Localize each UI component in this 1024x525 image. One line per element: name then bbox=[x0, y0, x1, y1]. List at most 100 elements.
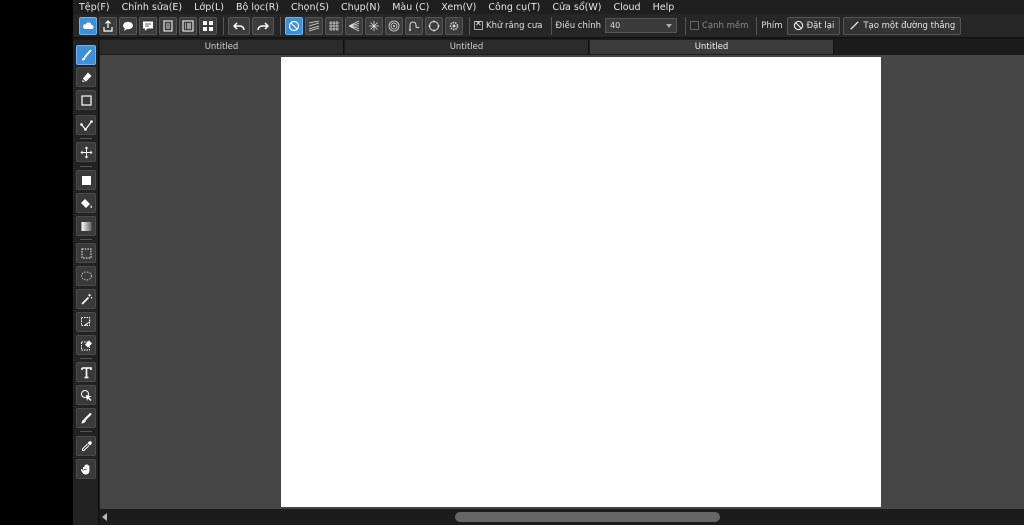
antialias-checkbox[interactable] bbox=[474, 19, 483, 30]
menu-select[interactable]: Chọn(S) bbox=[291, 2, 329, 13]
rect-select-tool[interactable] bbox=[76, 243, 96, 263]
magic-wand-tool[interactable] bbox=[76, 289, 96, 309]
menu-capture[interactable]: Chụp(N) bbox=[341, 2, 380, 13]
cloud-icon bbox=[82, 21, 94, 29]
toolbar: Khử răng cưa Điều chỉnh 40 Cạnh mềm Phím… bbox=[73, 14, 1024, 38]
toolbar-separator bbox=[469, 16, 470, 35]
comment-button[interactable] bbox=[139, 16, 157, 35]
tool-divider bbox=[80, 358, 92, 359]
snap-settings-button[interactable] bbox=[445, 16, 463, 35]
gear-icon bbox=[449, 21, 459, 30]
menu-bar: Tệp(F) Chỉnh sửa(E) Lớp(L) Bộ lọc(R) Chọ… bbox=[73, 0, 1024, 14]
eraser-tool[interactable] bbox=[76, 67, 96, 87]
horizontal-scrollbar[interactable] bbox=[100, 509, 1024, 525]
hand-icon bbox=[80, 463, 89, 474]
menu-file[interactable]: Tệp(F) bbox=[79, 2, 110, 13]
toolbar-separator bbox=[280, 16, 281, 35]
radial-lines-icon bbox=[369, 20, 379, 31]
square-outline-icon bbox=[80, 94, 92, 106]
scrollbar-thumb[interactable] bbox=[455, 512, 720, 522]
soft-edge-checkbox[interactable] bbox=[689, 21, 699, 30]
soft-edge-label: Cạnh mềm bbox=[701, 20, 749, 31]
lasso-tool[interactable] bbox=[76, 266, 96, 286]
menu-window[interactable]: Cửa sổ(W) bbox=[552, 2, 601, 13]
document-button[interactable] bbox=[159, 16, 177, 35]
tab-untitled-1[interactable]: Untitled bbox=[100, 40, 344, 54]
tab-untitled-2[interactable]: Untitled bbox=[345, 40, 589, 54]
radial-snap-button[interactable] bbox=[365, 16, 383, 35]
list-button[interactable] bbox=[179, 16, 197, 35]
tab-untitled-3[interactable]: Untitled bbox=[590, 40, 834, 54]
move-arrows-icon bbox=[80, 146, 92, 158]
circle-snap-button[interactable] bbox=[425, 16, 443, 35]
document-icon bbox=[163, 20, 173, 31]
undo-icon bbox=[233, 21, 245, 30]
marquee-icon bbox=[81, 248, 91, 258]
cursor-icon bbox=[80, 389, 91, 401]
crosshatch-icon bbox=[329, 20, 339, 31]
grid-icon bbox=[203, 20, 213, 31]
reset-button[interactable]: Đặt lại bbox=[786, 16, 841, 35]
move-tool[interactable] bbox=[76, 142, 96, 162]
hand-tool[interactable] bbox=[76, 459, 96, 479]
text-tool[interactable] bbox=[76, 362, 96, 382]
no-snap-button[interactable] bbox=[285, 16, 303, 35]
brush-tool[interactable] bbox=[76, 45, 96, 65]
brush-icon bbox=[81, 48, 92, 60]
grid-panel-button[interactable] bbox=[199, 16, 217, 35]
drawing-canvas[interactable] bbox=[281, 57, 881, 507]
square-filled-icon bbox=[81, 175, 91, 185]
pointer-tool[interactable] bbox=[76, 385, 96, 405]
app-window: Tệp(F) Chỉnh sửa(E) Lớp(L) Bộ lọc(R) Chọ… bbox=[73, 0, 1024, 525]
export-button[interactable] bbox=[99, 16, 117, 35]
adjust-select[interactable]: 40 bbox=[604, 18, 677, 33]
tool-divider bbox=[80, 166, 92, 167]
perspective-snap-button[interactable] bbox=[345, 16, 363, 35]
speech-bubble-button[interactable] bbox=[119, 16, 137, 35]
lasso-icon bbox=[80, 271, 92, 280]
menu-layer[interactable]: Lớp(L) bbox=[194, 2, 224, 13]
fill-rect-tool[interactable] bbox=[76, 170, 96, 190]
tool-panel bbox=[73, 40, 99, 525]
menu-color[interactable]: Màu (C) bbox=[392, 2, 429, 13]
grid-snap-button[interactable] bbox=[325, 16, 343, 35]
menu-filter[interactable]: Bộ lọc(R) bbox=[236, 2, 279, 13]
adjust-value: 40 bbox=[609, 21, 621, 30]
toolbar-separator bbox=[550, 16, 552, 35]
menu-edit[interactable]: Chỉnh sửa(E) bbox=[122, 2, 183, 13]
menu-tools[interactable]: Công cụ(T) bbox=[488, 2, 540, 13]
blur-tool[interactable] bbox=[76, 408, 96, 428]
menu-help[interactable]: Help bbox=[653, 2, 675, 13]
menu-view[interactable]: Xem(V) bbox=[441, 2, 476, 13]
parallel-lines-icon bbox=[308, 20, 320, 31]
line-icon bbox=[850, 21, 859, 30]
select-pen-tool[interactable] bbox=[76, 312, 96, 332]
bucket-tool[interactable] bbox=[76, 193, 96, 213]
eyedropper-tool[interactable] bbox=[76, 436, 96, 456]
cloud-save-button[interactable] bbox=[79, 16, 97, 35]
redo-button[interactable] bbox=[252, 16, 274, 35]
speech-bubble-icon bbox=[123, 21, 133, 31]
curve-snap-button[interactable] bbox=[405, 16, 423, 35]
tool-divider bbox=[80, 239, 92, 240]
gradient-tool[interactable] bbox=[76, 216, 96, 236]
select-pen-icon bbox=[80, 316, 91, 326]
chevron-down-icon bbox=[665, 23, 672, 28]
prohibited-icon bbox=[793, 20, 803, 31]
paint-bucket-icon bbox=[80, 198, 92, 208]
line-tool[interactable] bbox=[76, 115, 96, 135]
parallel-snap-button[interactable] bbox=[305, 16, 323, 35]
select-eraser-icon bbox=[80, 340, 92, 350]
menu-cloud[interactable]: Cloud bbox=[613, 2, 640, 13]
select-eraser-tool[interactable] bbox=[76, 335, 96, 355]
toolbar-separator bbox=[223, 16, 224, 35]
undo-button[interactable] bbox=[228, 16, 250, 35]
scroll-left-arrow-icon[interactable] bbox=[102, 513, 107, 521]
canvas-workspace[interactable] bbox=[100, 55, 1024, 509]
concentric-snap-button[interactable] bbox=[385, 16, 403, 35]
shape-tool[interactable] bbox=[76, 90, 96, 110]
create-line-button[interactable]: Tạo một đường thẳng bbox=[843, 16, 962, 35]
gradient-icon bbox=[81, 221, 91, 231]
adjust-label: Điều chỉnh bbox=[555, 20, 601, 31]
tab-bar: Untitled Untitled Untitled bbox=[100, 39, 1024, 55]
